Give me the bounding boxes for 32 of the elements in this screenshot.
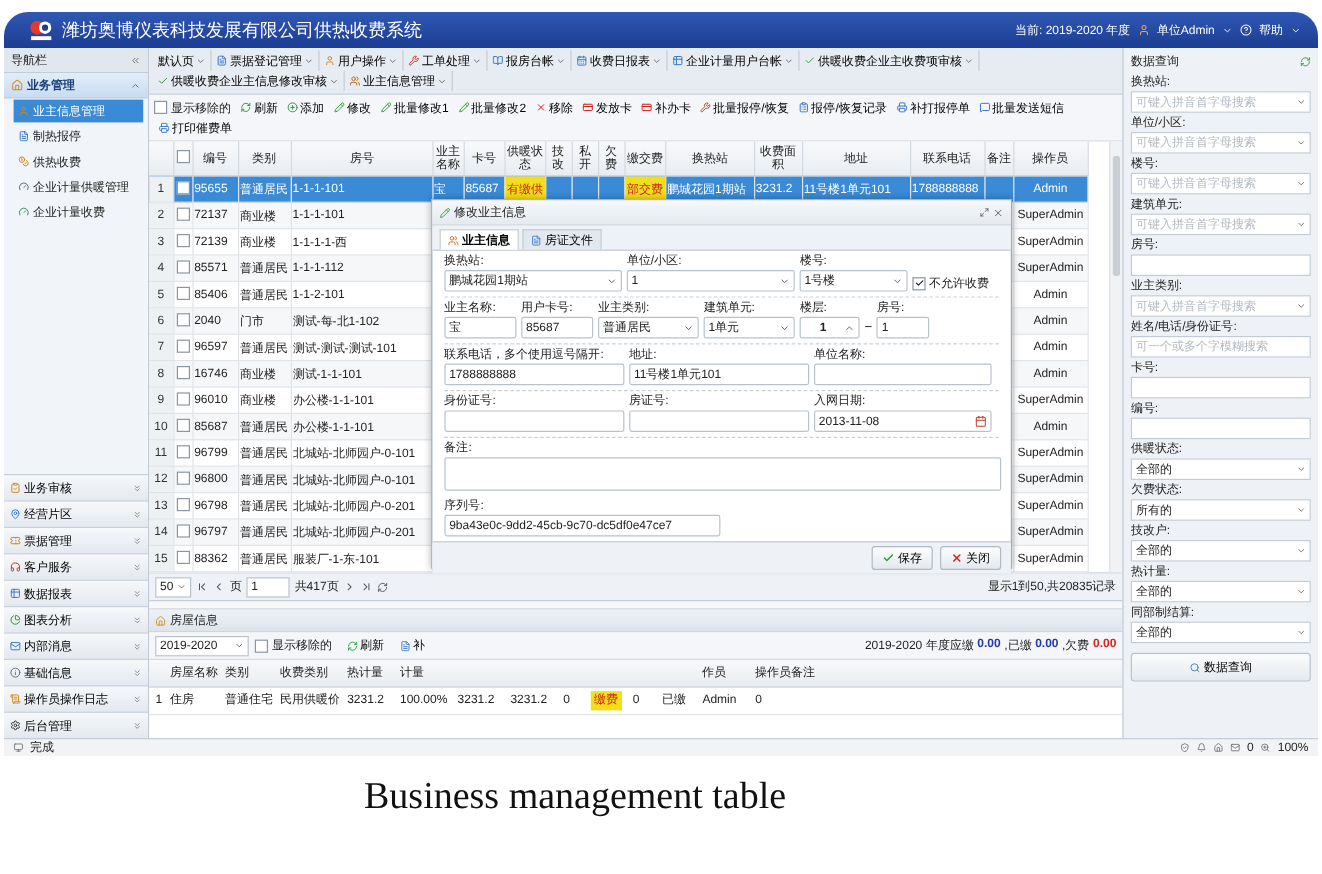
checkbox[interactable] <box>176 365 190 379</box>
checkbox[interactable] <box>176 444 190 458</box>
text-field[interactable] <box>1130 417 1311 440</box>
checkbox[interactable] <box>912 276 926 290</box>
checkbox[interactable] <box>176 391 190 405</box>
logo-icon <box>28 18 55 42</box>
x-icon <box>950 552 963 564</box>
checkbox[interactable] <box>154 100 168 114</box>
checkbox[interactable] <box>176 150 190 164</box>
figure-caption: Business management table <box>362 774 789 820</box>
checkbox[interactable] <box>176 180 190 194</box>
checkbox[interactable] <box>176 339 190 353</box>
text-field[interactable] <box>629 410 810 432</box>
scrollbar[interactable] <box>1109 141 1123 573</box>
text-field[interactable] <box>1130 376 1311 399</box>
checkbox[interactable] <box>176 418 190 432</box>
checkbox[interactable] <box>176 312 190 326</box>
text-field[interactable] <box>1130 254 1311 276</box>
checkbox[interactable] <box>176 550 190 564</box>
notes-field[interactable] <box>444 457 1002 491</box>
checkbox[interactable] <box>176 471 190 485</box>
app-title: 潍坊奥博仪表科技发展有限公司供热收费系统 <box>61 18 424 42</box>
checkbox[interactable] <box>176 523 190 537</box>
checkbox[interactable] <box>176 207 190 221</box>
checkbox[interactable] <box>254 639 268 653</box>
checkbox[interactable] <box>176 259 190 273</box>
text-field[interactable] <box>814 363 992 386</box>
text-field[interactable] <box>444 410 625 432</box>
checkbox[interactable] <box>176 286 190 300</box>
checkbox[interactable] <box>176 233 190 247</box>
checkbox[interactable] <box>176 497 190 511</box>
check-icon <box>882 552 895 564</box>
